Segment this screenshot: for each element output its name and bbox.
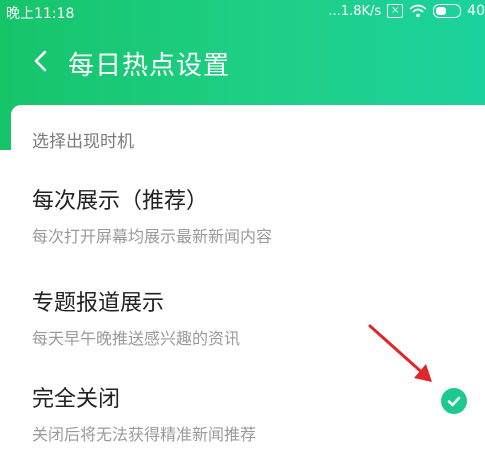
network-speed: ...1.8K/s [328, 3, 382, 19]
option-title: 每次展示（推荐） [32, 189, 209, 214]
option-title: 专题报道展示 [32, 291, 165, 316]
battery-level: 40 [467, 3, 485, 19]
option-every-time[interactable]: 每次展示（推荐） 每次打开屏幕均展示最新新闻内容 [11, 183, 485, 263]
wifi-icon [409, 4, 427, 18]
option-fully-off[interactable]: 完全关闭 关闭后将无法获得精准新闻推荐 [11, 381, 485, 461]
chevron-left-icon[interactable] [30, 50, 52, 72]
option-desc: 每次打开屏幕均展示最新新闻内容 [32, 227, 273, 246]
nav-bar: 每日热点设置 [0, 36, 485, 86]
section-label: 选择出现时机 [32, 132, 134, 152]
option-title: 完全关闭 [32, 387, 121, 412]
red-arrow-annotation [368, 324, 432, 382]
option-desc: 关闭后将无法获得精准新闻推荐 [32, 425, 257, 444]
page-title: 每日热点设置 [68, 51, 231, 81]
status-bar: 晚上11:18 ...1.8K/s × 40 [0, 0, 485, 24]
sim-disabled-icon: × [387, 4, 404, 18]
status-time: 晚上11:18 [6, 6, 75, 22]
settings-card: 选择出现时机 每次展示（推荐） 每次打开屏幕均展示最新新闻内容 专题报道展示 每… [11, 105, 485, 450]
status-right: ...1.8K/s × 40 [328, 3, 485, 19]
check-circle-icon[interactable] [441, 388, 467, 414]
option-desc: 每天早午晚推送感兴趣的资讯 [32, 329, 241, 348]
battery-icon [433, 4, 462, 18]
